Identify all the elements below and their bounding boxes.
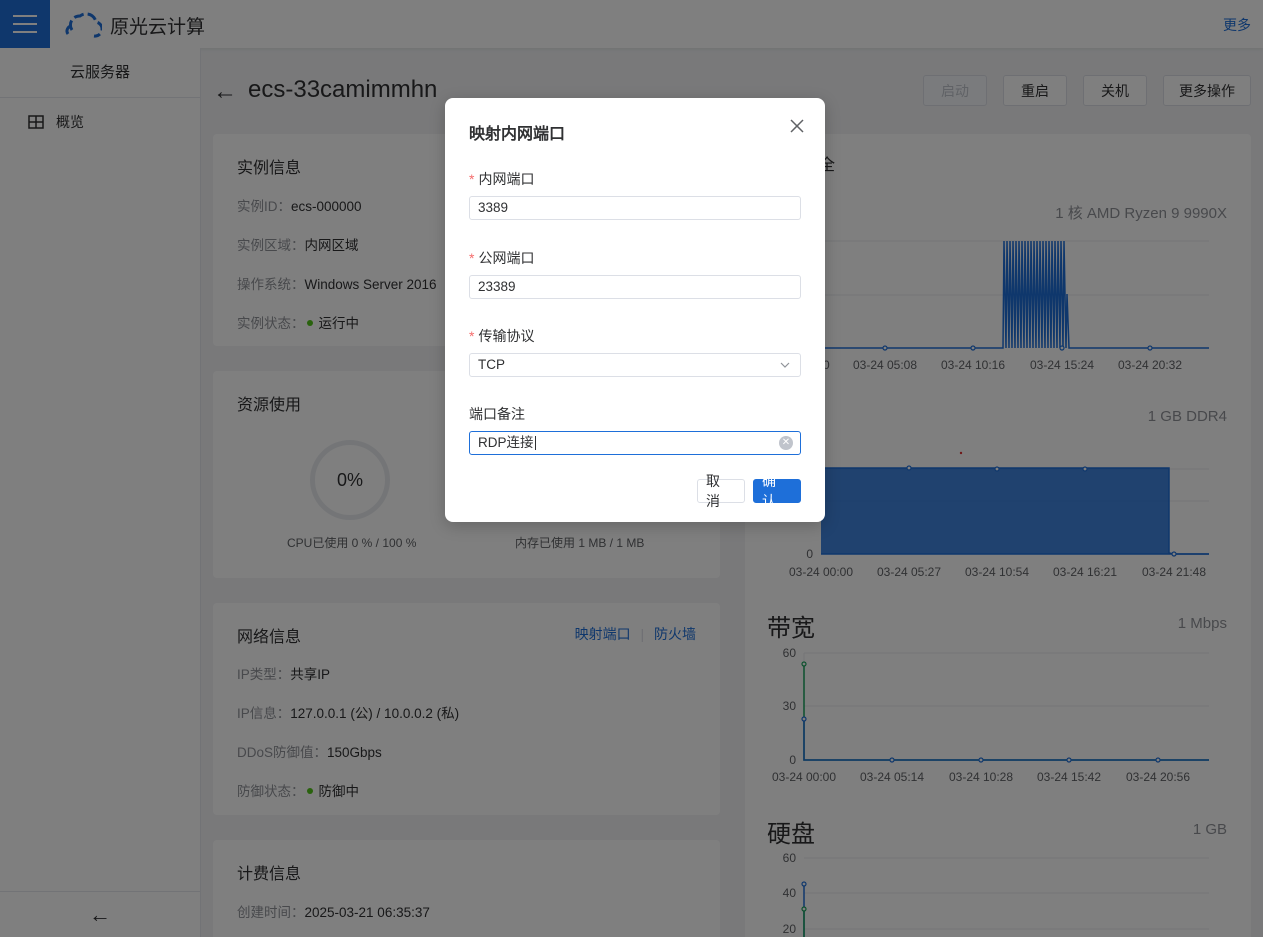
dialog-title: 映射内网端口 [469,126,566,143]
clear-icon[interactable]: ✕ [779,436,793,450]
internal-port-label: * 内网端口 [469,171,535,187]
remark-input[interactable]: RDP连接 ✕ [469,431,801,455]
public-port-label: * 公网端口 [469,250,535,266]
cancel-button[interactable]: 取 消 [697,473,745,509]
map-port-dialog: 映射内网端口 * 内网端口 3389 * 公网端口 23389 * 传输协议 TCP … [445,98,825,522]
confirm-button[interactable]: 确 认 [753,473,801,509]
chevron-down-icon [780,362,790,368]
remark-label: 端口备注 [469,406,525,422]
close-icon[interactable] [789,118,805,134]
protocol-label: * 传输协议 [469,328,535,344]
protocol-select[interactable]: TCP [469,353,801,377]
internal-port-input[interactable]: 3389 [469,196,801,220]
public-port-input[interactable]: 23389 [469,275,801,299]
